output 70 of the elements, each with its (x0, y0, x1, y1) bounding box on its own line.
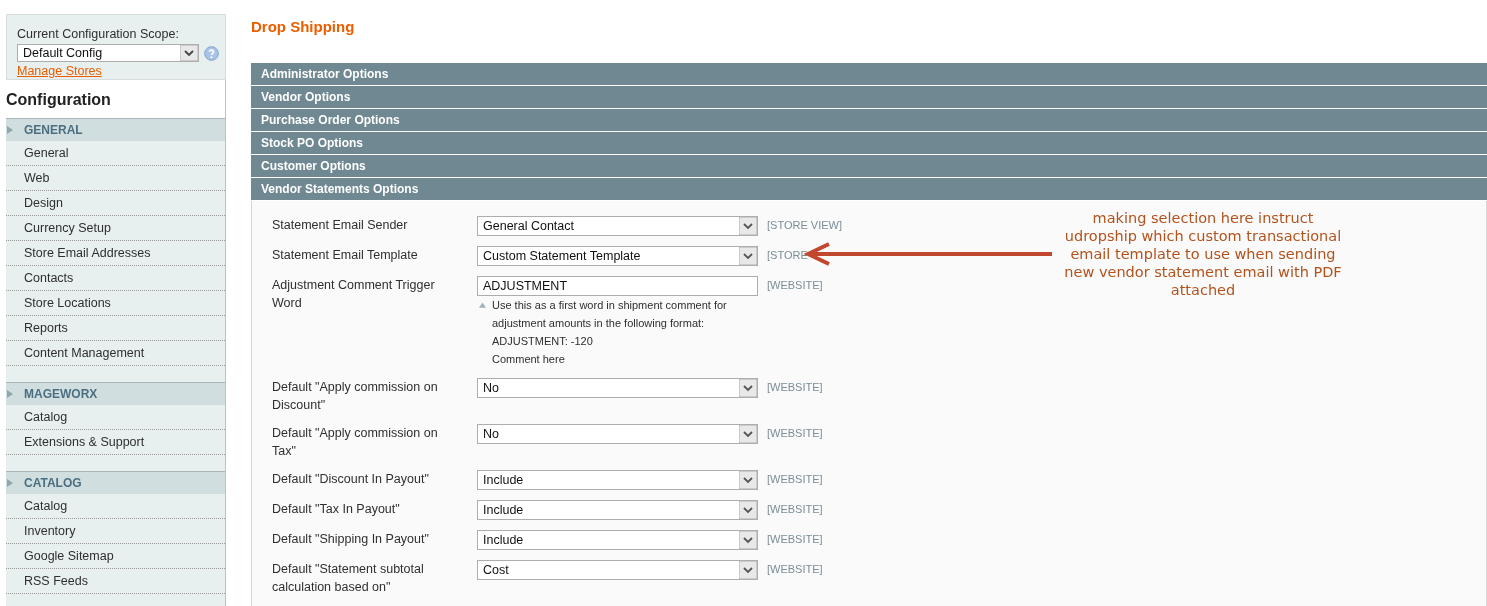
nav-link[interactable]: General (6, 141, 225, 166)
chevron-down-icon (739, 425, 757, 443)
chevron-down-icon (739, 531, 757, 549)
select-field[interactable]: Cost (477, 560, 758, 580)
scope-note: [WEBSITE] (767, 502, 823, 517)
caret-up-icon (479, 302, 486, 308)
page-title: Drop Shipping (251, 18, 356, 36)
section-header[interactable]: Purchase Order Options (251, 109, 1487, 131)
field-label: Default "Apply commission on Discount" (272, 379, 439, 414)
caret-right-icon (7, 390, 13, 398)
select-field[interactable]: Include (477, 530, 758, 550)
nav-link[interactable]: Inventory (6, 519, 225, 544)
chevron-down-icon (180, 45, 198, 61)
field-label: Default "Shipping In Payout" (272, 531, 430, 548)
nav-link[interactable]: Catalog (6, 494, 225, 519)
caret-right-icon (7, 479, 13, 487)
field-label: Default "Apply commission on Tax" (272, 425, 439, 460)
scope-note: [WEBSITE] (767, 562, 823, 577)
nav-link[interactable]: Contacts (6, 266, 225, 291)
field-hint: Use this as a first word in shipment comment for adjustment amounts in the following format: ADJUSTMENT: -120 Comment here (492, 298, 728, 367)
section-header[interactable]: Vendor Options (251, 86, 1487, 108)
text-field[interactable]: ADJUSTMENT (477, 276, 758, 296)
select-field[interactable]: Custom Statement Template (477, 246, 758, 266)
section-header[interactable]: Customer Options (251, 155, 1487, 177)
field-label: Default "Statement subtotal calculation based on" (272, 561, 425, 596)
help-icon[interactable] (204, 45, 219, 61)
caret-right-icon (7, 126, 13, 134)
group-header[interactable]: GENERAL (6, 118, 225, 141)
nav-link[interactable]: Web (6, 166, 225, 191)
field-label: Statement Email Template (272, 247, 419, 264)
chevron-down-icon (739, 217, 757, 235)
chevron-down-icon (739, 379, 757, 397)
nav-link[interactable]: RSS Feeds (6, 569, 225, 594)
field-label: Default "Tax In Payout" (272, 501, 401, 518)
section-header[interactable]: Stock PO Options (251, 132, 1487, 154)
nav-link[interactable]: Reports (6, 316, 225, 341)
group-header[interactable]: CATALOG (6, 471, 225, 494)
nav-link[interactable]: Extensions & Support (6, 430, 225, 455)
nav-link[interactable]: Store Locations (6, 291, 225, 316)
scope-note: [WEBSITE] (767, 426, 823, 441)
annotation-text: making selection here instruct udropship which custom transactional email template to use when sending new vendor statement email with PDF attached (1063, 209, 1343, 299)
field-label: Adjustment Comment Trigger Word (272, 277, 436, 312)
nav-link[interactable]: Content Management (6, 341, 225, 366)
nav-link[interactable]: Catalog (6, 405, 225, 430)
scope-note: [STORE (767, 248, 808, 263)
field-label: Statement Email Sender (272, 217, 409, 234)
select-field[interactable]: Include (477, 500, 758, 520)
nav-link[interactable]: Currency Setup (6, 216, 225, 241)
scope-note: [STORE VIEW] (767, 218, 842, 233)
scope-note: [WEBSITE] (767, 278, 823, 293)
section-header[interactable]: Administrator Options (251, 63, 1487, 85)
group-header[interactable]: MAGEWORX (6, 382, 225, 405)
chevron-down-icon (739, 501, 757, 519)
select-field[interactable]: Include (477, 470, 758, 490)
select-field[interactable]: General Contact (477, 216, 758, 236)
select-field[interactable]: No (477, 378, 758, 398)
scope-note: [WEBSITE] (767, 472, 823, 487)
chevron-down-icon (739, 561, 757, 579)
nav-link[interactable]: Google Sitemap (6, 544, 225, 569)
select-field[interactable]: No (477, 424, 758, 444)
section-header[interactable]: Vendor Statements Options (251, 178, 1487, 200)
scope-note: [WEBSITE] (767, 380, 823, 395)
scope-label: Current Configuration Scope: (17, 27, 180, 42)
chevron-down-icon (739, 471, 757, 489)
scope-note: [WEBSITE] (767, 532, 823, 547)
chevron-down-icon (739, 247, 757, 265)
field-label: Default "Discount In Payout" (272, 471, 430, 488)
nav-link[interactable]: Store Email Addresses (6, 241, 225, 266)
scope-select[interactable]: Default Config (17, 44, 199, 62)
nav-link[interactable]: Design (6, 191, 225, 216)
